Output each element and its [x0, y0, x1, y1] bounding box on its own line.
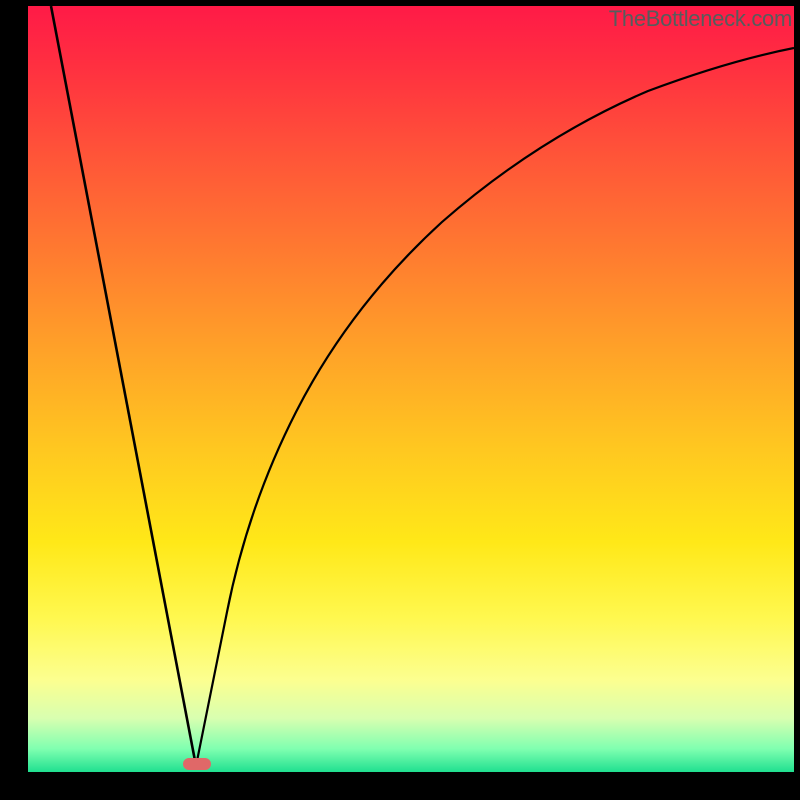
plot-area	[28, 6, 794, 772]
minimum-marker	[183, 758, 211, 770]
left-branch	[51, 6, 196, 766]
border-top	[0, 0, 800, 6]
border-bottom	[0, 772, 800, 800]
bottleneck-curve	[28, 6, 794, 772]
border-left	[0, 0, 28, 800]
attribution-label: TheBottleneck.com	[609, 6, 792, 32]
right-branch	[196, 48, 794, 766]
border-right	[794, 0, 800, 800]
